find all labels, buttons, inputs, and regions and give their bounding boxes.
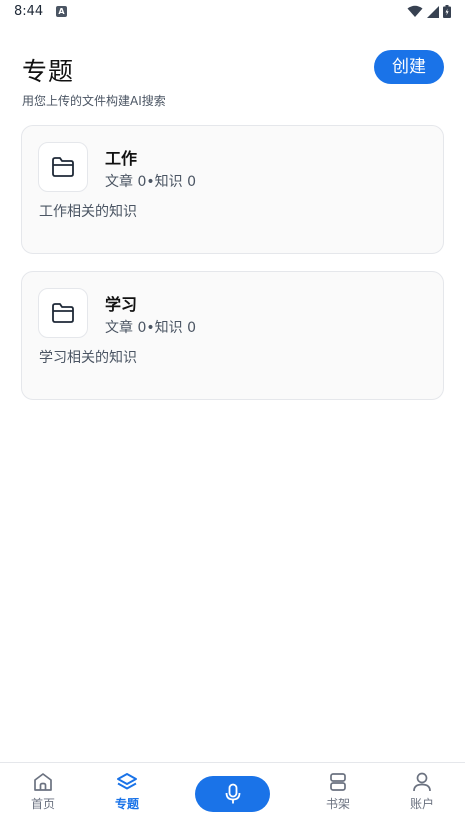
header: 专题 创建 (22, 50, 444, 86)
notification-icon: A (56, 6, 67, 17)
page-subtitle: 用您上传的文件构建AI搜索 (22, 94, 166, 108)
status-icons (407, 5, 451, 18)
nav-account[interactable]: 账户 (392, 771, 452, 819)
topic-icon-box (38, 142, 88, 192)
layers-icon (117, 773, 137, 790)
status-time: 8:44 (14, 4, 44, 19)
bookshelf-icon (330, 773, 346, 791)
microphone-icon (225, 783, 240, 804)
signal-icon (427, 5, 439, 18)
nav-home-label: 首页 (30, 797, 55, 811)
home-icon (34, 773, 52, 791)
nav-bookshelf[interactable]: 书架 (308, 771, 368, 819)
topic-card-study[interactable]: 学习 文章 0•知识 0 学习相关的知识 (21, 271, 444, 400)
topic-card-work[interactable]: 工作 文章 0•知识 0 工作相关的知识 (21, 125, 444, 254)
topic-icon-box (38, 288, 88, 338)
topic-title: 工作 (105, 149, 138, 168)
topic-description: 工作相关的知识 (39, 204, 137, 220)
status-bar: 8:44 A (0, 0, 465, 26)
nav-account-label: 账户 (409, 797, 434, 811)
nav-bookshelf-label: 书架 (325, 797, 350, 811)
battery-icon (443, 5, 451, 18)
create-button[interactable]: 创建 (374, 50, 444, 84)
topic-description: 学习相关的知识 (39, 350, 137, 366)
topic-title: 学习 (105, 295, 138, 314)
folder-icon (52, 157, 74, 177)
bottom-nav: 首页 专题 书架 账户 (0, 762, 465, 826)
page-title: 专题 (22, 57, 75, 86)
nav-topics-label: 专题 (114, 797, 139, 811)
user-icon (413, 772, 431, 792)
voice-input-button[interactable] (195, 776, 270, 812)
topic-stats: 文章 0•知识 0 (105, 174, 196, 190)
nav-topics[interactable]: 专题 (97, 771, 157, 819)
wifi-icon (407, 5, 423, 17)
topic-stats: 文章 0•知识 0 (105, 320, 196, 336)
nav-home[interactable]: 首页 (13, 771, 73, 819)
folder-icon (52, 303, 74, 323)
